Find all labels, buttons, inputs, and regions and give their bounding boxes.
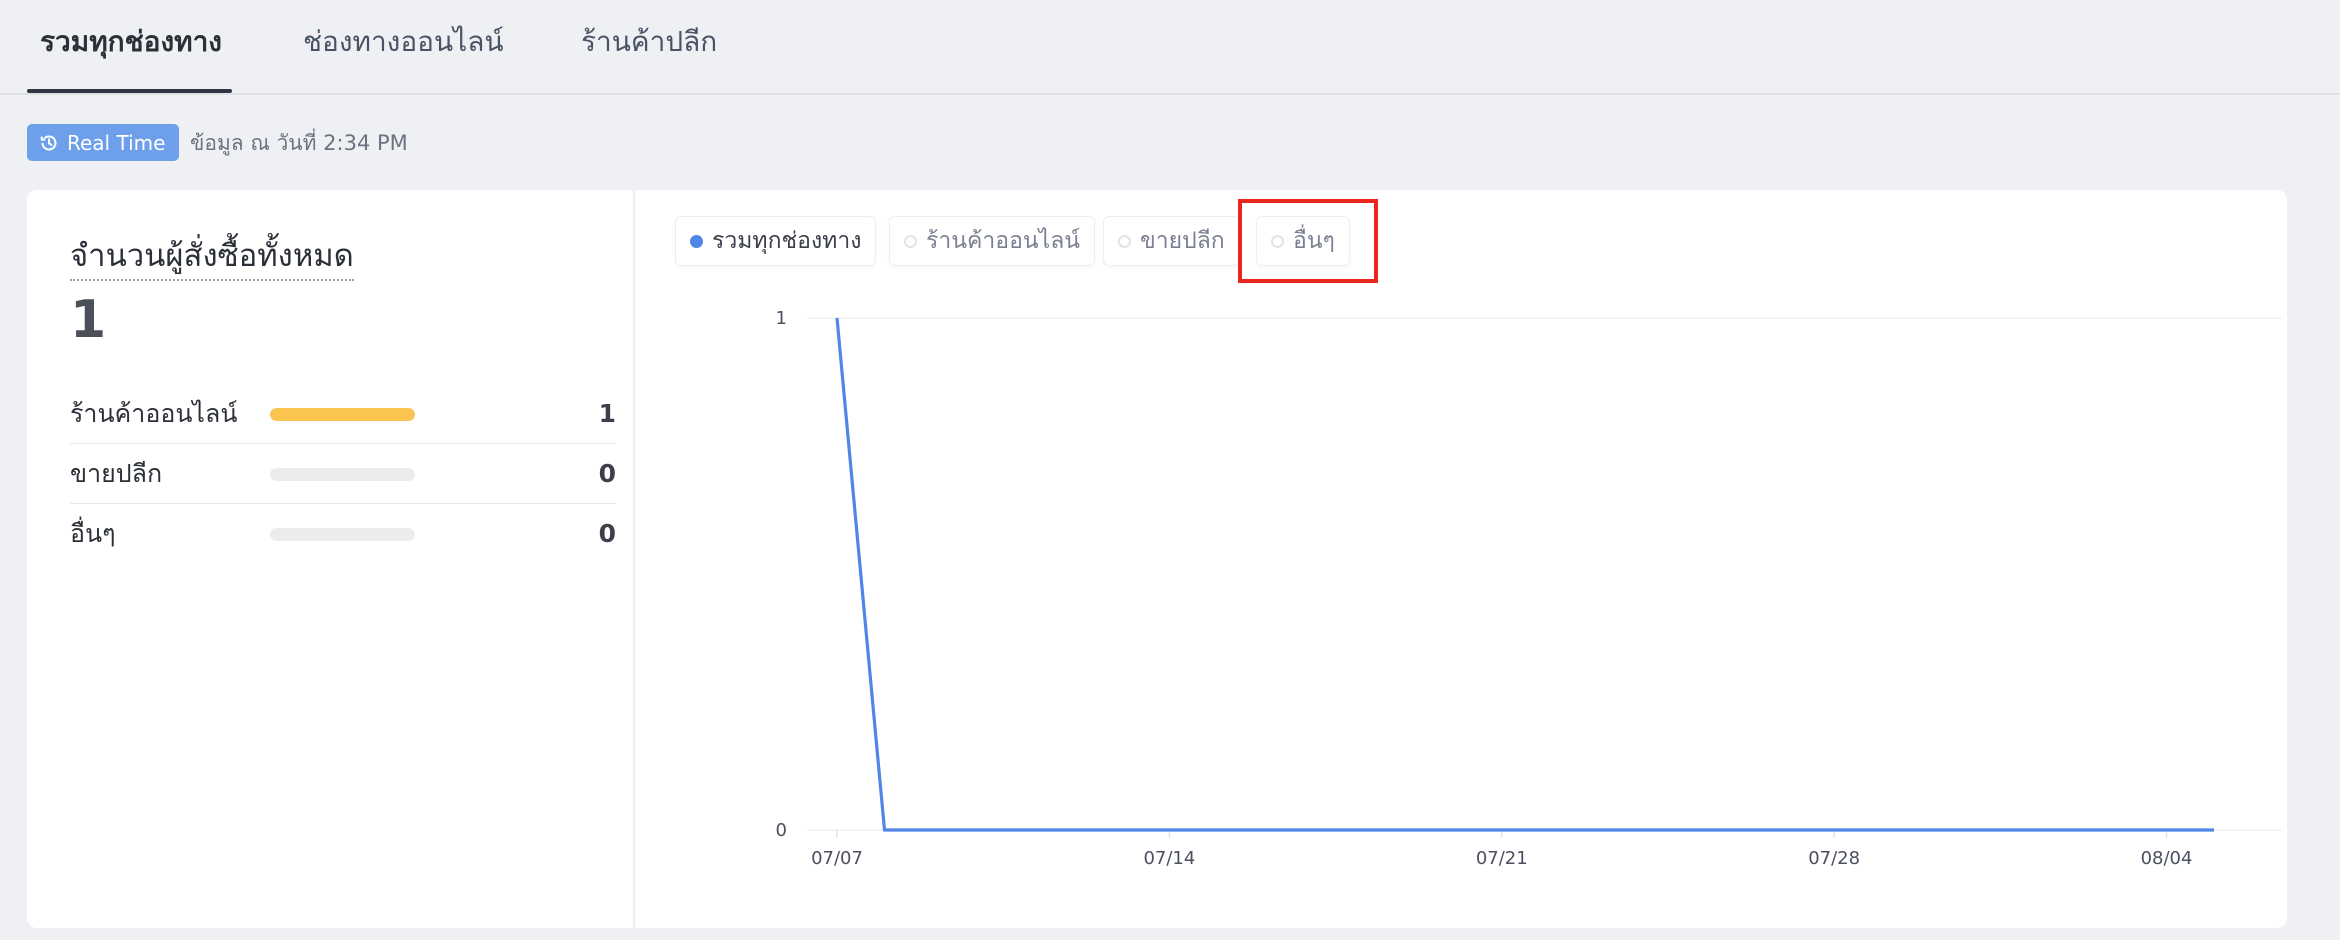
realtime-badge: Real Time <box>27 124 180 161</box>
series-line <box>835 317 2214 832</box>
tab-all-channels[interactable]: รวมทุกช่องทาง <box>40 22 222 62</box>
realtime-badge-label: Real Time <box>67 130 166 155</box>
x-tick-label: 07/07 <box>811 848 863 869</box>
channel-tabs: รวมทุกช่องทาง ช่องทางออนไลน์ ร้านค้าปลีก <box>0 0 2340 95</box>
data-timestamp: ข้อมูล ณ วันที่ 2:34 PM <box>190 131 408 155</box>
history-clock-icon <box>39 133 59 153</box>
active-tab-indicator <box>27 89 232 93</box>
x-tick-label: 07/21 <box>1476 848 1528 869</box>
summary-card: จำนวนผู้สั่งซื้อทั้งหมด 1 ร้านค้าออนไลน์… <box>27 190 2287 928</box>
x-tick-label: 08/04 <box>2141 848 2193 869</box>
x-tick-label: 07/28 <box>1808 848 1860 869</box>
tab-online-channels[interactable]: ช่องทางออนไลน์ <box>303 22 504 62</box>
orders-line-chart: 0 1 07/07 07/14 07/21 07/28 08/04 <box>776 308 2282 869</box>
x-tick-label: 07/14 <box>1143 848 1195 869</box>
y-tick-label: 0 <box>776 820 787 841</box>
y-tick-label: 1 <box>776 308 787 329</box>
tab-retail-store[interactable]: ร้านค้าปลีก <box>581 22 717 62</box>
